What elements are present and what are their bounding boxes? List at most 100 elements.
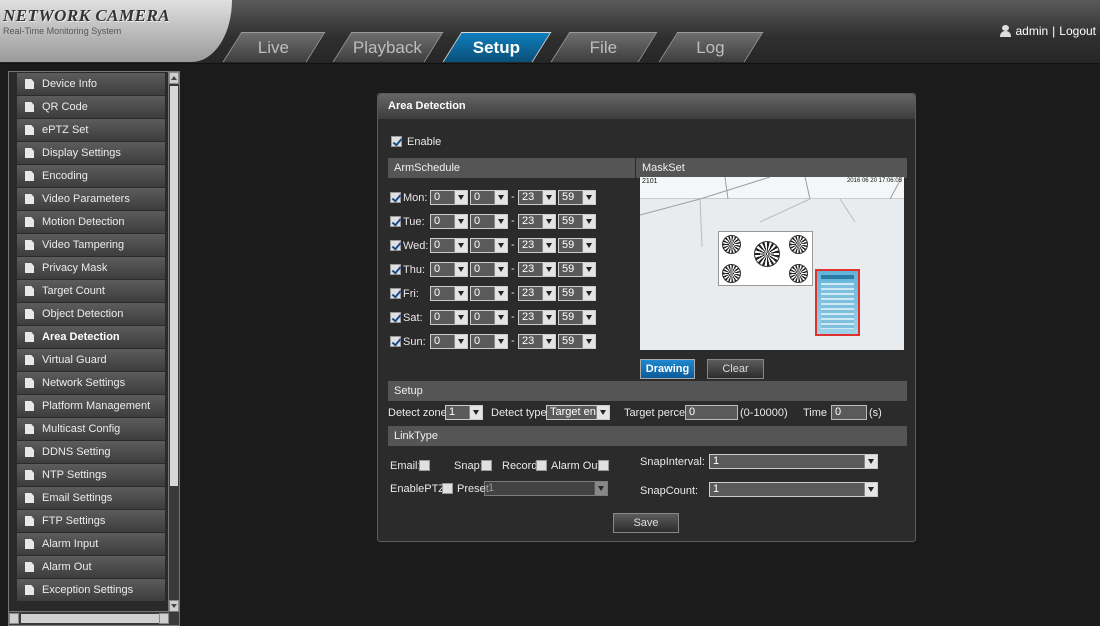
end-minute-select[interactable]: 59 [558, 262, 596, 277]
start-minute-select[interactable]: 0 [470, 238, 508, 253]
detect-type-select[interactable]: Target ente [546, 405, 610, 420]
end-minute-select[interactable]: 59 [558, 334, 596, 349]
scroll-thumb[interactable] [170, 86, 178, 486]
scroll-left-button[interactable] [9, 613, 19, 624]
end-minute-select[interactable]: 59 [558, 190, 596, 205]
end-minute-select[interactable]: 59 [558, 286, 596, 301]
sidebar-item-object-detection[interactable]: Object Detection [17, 303, 165, 325]
settings-sidebar: Device Info QR Code ePTZ Set Display Settin… [8, 71, 180, 626]
sidebar-item-motion-detection[interactable]: Motion Detection [17, 211, 165, 233]
snap-interval-select[interactable]: 1 [709, 454, 878, 469]
day-checkbox[interactable] [390, 264, 401, 275]
sidebar-item-alarm-input[interactable]: Alarm Input [17, 533, 165, 555]
sidebar-item-email-settings[interactable]: Email Settings [17, 487, 165, 509]
wall-poster [815, 269, 860, 336]
chevron-down-icon [469, 406, 482, 419]
end-minute-select[interactable]: 59 [558, 214, 596, 229]
sidebar-item-network-settings[interactable]: Network Settings [17, 372, 165, 394]
sidebar-item-multicast-config[interactable]: Multicast Config [17, 418, 165, 440]
start-minute-select[interactable]: 0 [470, 262, 508, 277]
start-hour-select[interactable]: 0 [430, 334, 468, 349]
sidebar-item-encoding[interactable]: Encoding [17, 165, 165, 187]
drawing-button[interactable]: Drawing [640, 359, 695, 379]
test-chart-board [718, 231, 813, 286]
sidebar-item-video-parameters[interactable]: Video Parameters [17, 188, 165, 210]
enable-checkbox[interactable] [391, 136, 402, 147]
day-checkbox[interactable] [390, 192, 401, 203]
day-checkbox[interactable] [390, 312, 401, 323]
end-hour-select[interactable]: 23 [518, 262, 556, 277]
sidebar-item-video-tampering[interactable]: Video Tampering [17, 234, 165, 256]
alarm-out-checkbox[interactable] [598, 460, 609, 471]
camera-preview[interactable]: 2101 2016 06 20 17:06:05 [640, 177, 904, 350]
end-minute-value: 59 [562, 215, 575, 227]
time-input[interactable]: 0 [831, 405, 867, 420]
sidebar-item-privacy-mask[interactable]: Privacy Mask [17, 257, 165, 279]
day-checkbox[interactable] [390, 336, 401, 347]
end-hour-select[interactable]: 23 [518, 238, 556, 253]
tab-live[interactable]: Live [222, 32, 326, 62]
end-minute-select[interactable]: 59 [558, 310, 596, 325]
end-hour-select[interactable]: 23 [518, 286, 556, 301]
sidebar-item-area-detection[interactable]: Area Detection [17, 326, 165, 348]
start-hour-select[interactable]: 0 [430, 262, 468, 277]
start-hour-select[interactable]: 0 [430, 286, 468, 301]
sidebar-item-display-settings[interactable]: Display Settings [17, 142, 165, 164]
sidebar-item-qr-code[interactable]: QR Code [17, 96, 165, 118]
start-minute-select[interactable]: 0 [470, 190, 508, 205]
sidebar-horizontal-scrollbar[interactable] [9, 611, 179, 625]
day-checkbox[interactable] [390, 216, 401, 227]
day-label: Sun: [403, 336, 426, 348]
sidebar-vertical-scrollbar[interactable] [168, 72, 179, 612]
sidebar-item-ntp-settings[interactable]: NTP Settings [17, 464, 165, 486]
corner-target-icon [722, 264, 741, 283]
sidebar-item-exception-settings[interactable]: Exception Settings [17, 579, 165, 601]
preset-select[interactable]: 1 [484, 481, 608, 496]
detect-zone-select[interactable]: 1 [445, 405, 483, 420]
horizontal-scroll-thumb[interactable] [21, 614, 161, 623]
start-minute-select[interactable]: 0 [470, 286, 508, 301]
logout-link[interactable]: Logout [1059, 24, 1096, 38]
start-minute-select[interactable]: 0 [470, 310, 508, 325]
sidebar-item-ddns-setting[interactable]: DDNS Setting [17, 441, 165, 463]
start-hour-select[interactable]: 0 [430, 310, 468, 325]
chevron-down-icon [594, 482, 607, 495]
clear-button[interactable]: Clear [707, 359, 764, 379]
start-hour-select[interactable]: 0 [430, 238, 468, 253]
start-hour-select[interactable]: 0 [430, 190, 468, 205]
snap-checkbox[interactable] [481, 460, 492, 471]
linktype-header: LinkType [388, 426, 907, 446]
scroll-right-button[interactable] [159, 613, 169, 624]
save-button[interactable]: Save [613, 513, 679, 533]
end-hour-select[interactable]: 23 [518, 334, 556, 349]
tab-setup[interactable]: Setup [442, 32, 552, 62]
tab-log[interactable]: Log [658, 32, 764, 62]
scroll-up-button[interactable] [169, 72, 179, 84]
sidebar-item-platform-management[interactable]: Platform Management [17, 395, 165, 417]
start-minute-select[interactable]: 0 [470, 334, 508, 349]
end-hour-select[interactable]: 23 [518, 190, 556, 205]
chevron-down-icon [454, 215, 467, 228]
sidebar-item-device-info[interactable]: Device Info [17, 73, 165, 95]
snap-count-select[interactable]: 1 [709, 482, 878, 497]
end-hour-select[interactable]: 23 [518, 310, 556, 325]
sidebar-item-eptz-set[interactable]: ePTZ Set [17, 119, 165, 141]
start-hour-select[interactable]: 0 [430, 214, 468, 229]
day-checkbox[interactable] [390, 288, 401, 299]
sidebar-item-alarm-out[interactable]: Alarm Out [17, 556, 165, 578]
email-checkbox[interactable] [419, 460, 430, 471]
sidebar-item-ftp-settings[interactable]: FTP Settings [17, 510, 165, 532]
record-checkbox[interactable] [536, 460, 547, 471]
enable-ptz-checkbox[interactable] [442, 483, 453, 494]
tab-playback[interactable]: Playback [332, 32, 444, 62]
preset-value: 1 [488, 482, 495, 494]
day-checkbox[interactable] [390, 240, 401, 251]
sidebar-item-virtual-guard[interactable]: Virtual Guard [17, 349, 165, 371]
end-hour-select[interactable]: 23 [518, 214, 556, 229]
target-percent-input[interactable]: 0 [685, 405, 738, 420]
sidebar-item-target-count[interactable]: Target Count [17, 280, 165, 302]
tab-file[interactable]: File [550, 32, 658, 62]
sidebar-item-label: Virtual Guard [42, 354, 107, 366]
start-minute-select[interactable]: 0 [470, 214, 508, 229]
end-minute-select[interactable]: 59 [558, 238, 596, 253]
